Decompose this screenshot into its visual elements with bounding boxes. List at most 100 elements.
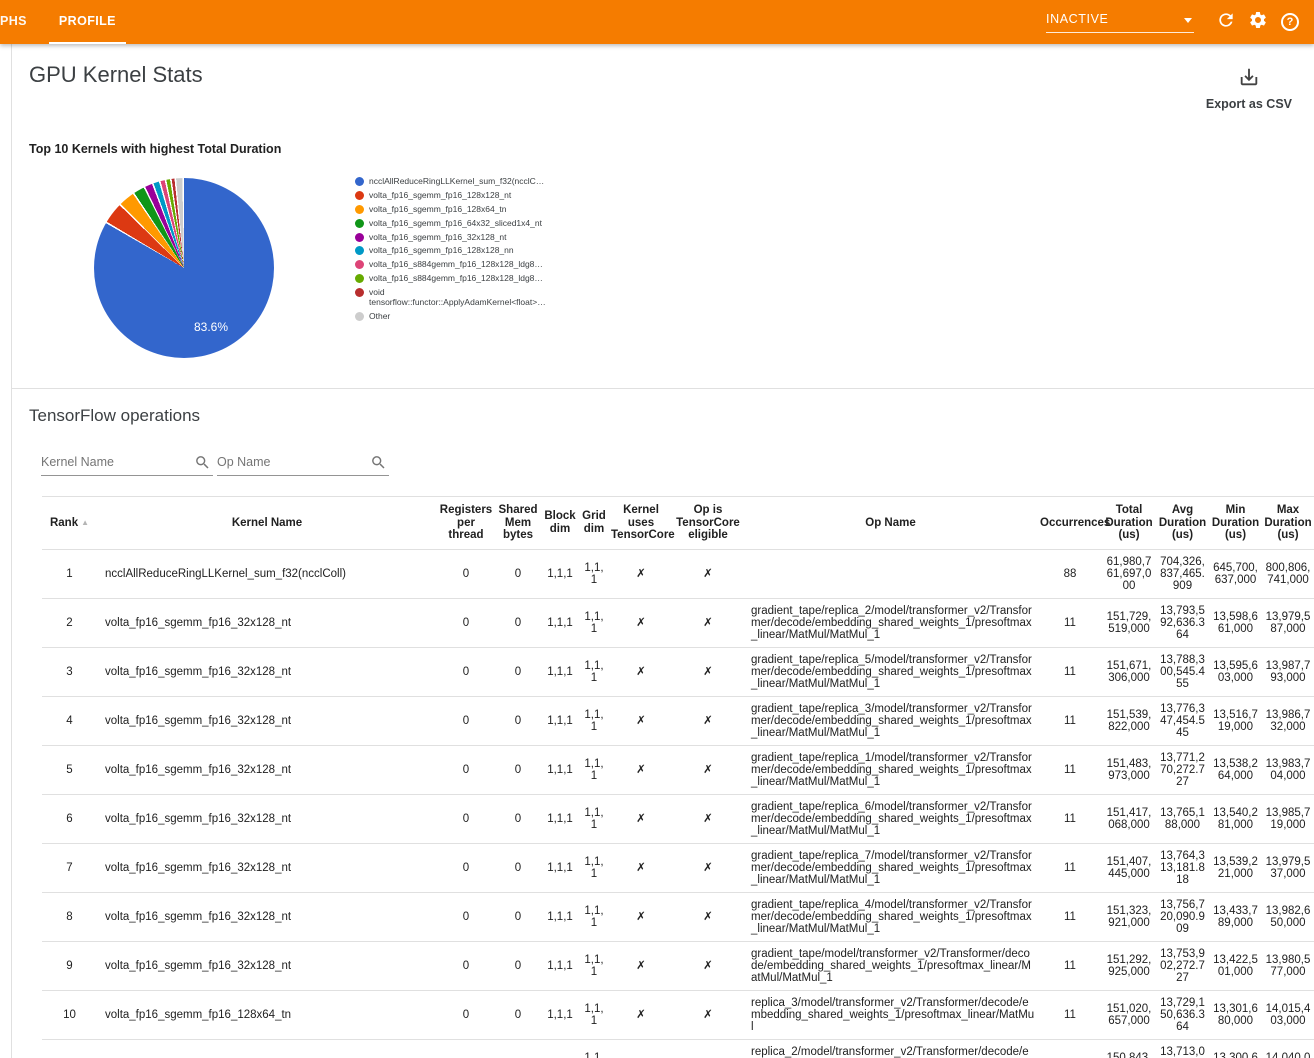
legend-item: volta_fp16_sgemm_fp16_32x128_nt	[355, 233, 546, 243]
legend-label: volta_fp16_sgemm_fp16_64x32_sliced1x4_nt	[369, 219, 542, 229]
column-header-rank[interactable]: Rank▲	[42, 497, 97, 550]
cell-kernel-uses-tensorcore: ✗	[609, 794, 673, 843]
operations-title: TensorFlow operations	[29, 389, 1314, 426]
cell-occurrences: 11	[1038, 990, 1102, 1039]
cell-op-is-tensorcore-eligible: ✗	[673, 941, 743, 990]
op-name-input[interactable]	[217, 452, 367, 475]
cell-min-duration-us: 13,595,603,000	[1209, 647, 1262, 696]
cell-grid-dim: 1,1, 1	[579, 696, 609, 745]
cell-max-duration-us: 13,987,793,000	[1262, 647, 1314, 696]
cell-total-duration-us: 151,020,657,000	[1102, 990, 1156, 1039]
column-header-grid-dim[interactable]: Grid dim	[579, 497, 609, 550]
legend-label: volta_fp16_s884gemm_fp16_128x128_ldg8…	[369, 274, 543, 284]
cell-shared-mem-bytes: 0	[495, 647, 541, 696]
cell-max-duration-us: 13,980,577,000	[1262, 941, 1314, 990]
cell-grid-dim: 1,1, 1	[579, 990, 609, 1039]
cell-grid-dim: 1,1, 1	[579, 843, 609, 892]
column-header-total-duration-us[interactable]: Total Duration (us)	[1102, 497, 1156, 550]
main-content: GPU Kernel Stats Export as CSV Top 10 Ke…	[12, 44, 1314, 1058]
cell-total-duration-us: 151,323,921,000	[1102, 892, 1156, 941]
export-csv-button[interactable]: Export as CSV	[1206, 66, 1292, 111]
cell-shared-mem-bytes: 0	[495, 843, 541, 892]
legend-item: Other	[355, 312, 546, 322]
kernel-name-filter	[41, 452, 213, 476]
table-row: 2volta_fp16_sgemm_fp16_32x128_nt001,1,11…	[42, 598, 1314, 647]
search-icon	[370, 454, 387, 476]
legend-item: void tensorflow::functor::ApplyAdamKerne…	[355, 288, 546, 307]
cell-kernel-name: volta_fp16_sgemm_fp16_32x128_nt	[97, 794, 437, 843]
run-status-dropdown[interactable]: INACTIVE	[1046, 12, 1194, 33]
cell-kernel-name: volta_fp16_sgemm_fp16_32x128_nt	[97, 892, 437, 941]
cell-block-dim: 1,1,1	[541, 892, 579, 941]
cell-shared-mem-bytes: 0	[495, 745, 541, 794]
column-header-avg-duration-us[interactable]: Avg Duration (us)	[1156, 497, 1209, 550]
cell-block-dim: 1,1,1	[541, 696, 579, 745]
legend-swatch	[355, 246, 364, 255]
cell-block-dim: 1,1,1	[541, 1039, 579, 1058]
cell-max-duration-us: 13,985,719,000	[1262, 794, 1314, 843]
cell-kernel-uses-tensorcore: ✗	[609, 696, 673, 745]
column-header-shared-mem-bytes[interactable]: Shared Mem bytes	[495, 497, 541, 550]
table-row: 4volta_fp16_sgemm_fp16_32x128_nt001,1,11…	[42, 696, 1314, 745]
column-header-op-name[interactable]: Op Name	[743, 497, 1038, 550]
pie-slice-label: 83.6%	[194, 320, 228, 334]
cell-rank: 1	[42, 549, 97, 598]
cell-op-is-tensorcore-eligible: ✗	[673, 843, 743, 892]
cell-kernel-name: volta_fp16_sgemm_fp16_32x128_nt	[97, 598, 437, 647]
pie-chart-wrap: 83.6%	[94, 178, 274, 358]
kernel-name-input[interactable]	[41, 452, 191, 475]
cell-occurrences: 11	[1038, 843, 1102, 892]
legend-label: volta_fp16_s884gemm_fp16_128x128_ldg8…	[369, 260, 543, 270]
cell-block-dim: 1,1,1	[541, 598, 579, 647]
search-icon	[194, 454, 211, 476]
cell-kernel-name: ncclAllReduceRingLLKernel_sum_f32(ncclCo…	[97, 549, 437, 598]
chevron-down-icon	[1184, 18, 1192, 23]
cell-occurrences: 11	[1038, 647, 1102, 696]
cell-total-duration-us: 151,417,068,000	[1102, 794, 1156, 843]
cell-max-duration-us: 800,806,741,000	[1262, 549, 1314, 598]
column-header-kernel-uses-tensorcore[interactable]: Kernel uses TensorCore	[609, 497, 673, 550]
cell-op-is-tensorcore-eligible: ✗	[673, 794, 743, 843]
column-header-registers-per-thread[interactable]: Registers per thread	[437, 497, 495, 550]
refresh-button[interactable]	[1210, 6, 1242, 38]
cell-rank: 8	[42, 892, 97, 941]
cell-block-dim: 1,1,1	[541, 549, 579, 598]
column-header-occurrences[interactable]: Occurrences	[1038, 497, 1102, 550]
legend-label: volta_fp16_sgemm_fp16_128x128_nn	[369, 246, 514, 256]
help-button[interactable]: ?	[1274, 6, 1306, 38]
column-header-min-duration-us[interactable]: Min Duration (us)	[1209, 497, 1262, 550]
cell-op-name: replica_2/model/transformer_v2/Transform…	[743, 1039, 1038, 1058]
tab-profile[interactable]: PROFILE	[37, 0, 126, 44]
gear-icon	[1248, 10, 1268, 35]
legend-swatch	[355, 233, 364, 242]
column-header-op-is-tensorcore-eligible[interactable]: Op is TensorCore eligible	[673, 497, 743, 550]
column-header-max-duration-us[interactable]: Max Duration (us)	[1262, 497, 1314, 550]
cell-kernel-name: volta_fp16_sgemm_fp16_32x128_nt	[97, 647, 437, 696]
legend-label: volta_fp16_sgemm_fp16_32x128_nt	[369, 233, 507, 243]
legend-swatch	[355, 219, 364, 228]
refresh-icon	[1216, 10, 1236, 35]
cell-block-dim: 1,1,1	[541, 647, 579, 696]
tab-graphs-partial[interactable]: PHS	[0, 0, 37, 44]
column-header-block-dim[interactable]: Block dim	[541, 497, 579, 550]
column-header-kernel-name[interactable]: Kernel Name	[97, 497, 437, 550]
cell-min-duration-us: 13,539,221,000	[1209, 843, 1262, 892]
cell-rank: 7	[42, 843, 97, 892]
cell-op-name	[743, 549, 1038, 598]
cell-shared-mem-bytes: 0	[495, 794, 541, 843]
cell-registers-per-thread: 0	[437, 745, 495, 794]
cell-total-duration-us: 151,729,519,000	[1102, 598, 1156, 647]
cell-shared-mem-bytes: 0	[495, 598, 541, 647]
cell-total-duration-us: 151,292,925,000	[1102, 941, 1156, 990]
cell-registers-per-thread: 0	[437, 1039, 495, 1058]
cell-min-duration-us: 13,301,680,000	[1209, 990, 1262, 1039]
cell-shared-mem-bytes: 0	[495, 990, 541, 1039]
pie-chart-area: 83.6% ncclAllReduceRingLLKernel_sum_f32(…	[29, 178, 1314, 388]
settings-button[interactable]	[1242, 6, 1274, 38]
cell-kernel-name: volta_fp16_sgemm_fp16_32x128_nt	[97, 696, 437, 745]
nav-tabs: PHS PROFILE	[0, 0, 126, 44]
cell-occurrences: 11	[1038, 1039, 1102, 1058]
cell-rank: 9	[42, 941, 97, 990]
cell-grid-dim: 1,1, 1	[579, 892, 609, 941]
legend-item: volta_fp16_sgemm_fp16_128x128_nn	[355, 246, 546, 256]
